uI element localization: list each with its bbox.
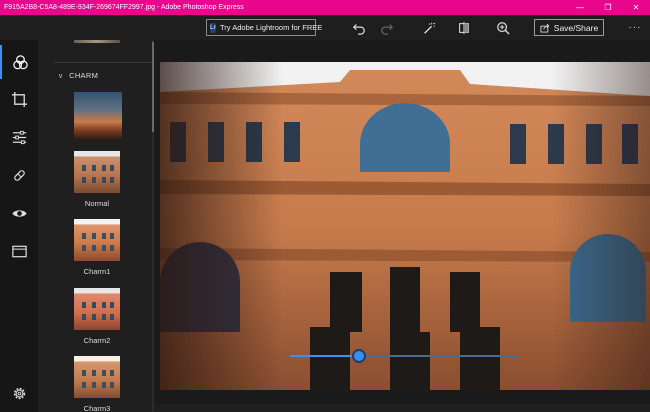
rail-item-crop[interactable] — [0, 82, 38, 116]
title-bar: F915A2B8-C5A8-489E-934F-269674FF2997.jpg… — [0, 0, 650, 15]
filter-item-charm1[interactable]: Charm1 — [74, 219, 120, 276]
red-eye-icon — [11, 209, 27, 217]
zoom-in-icon — [497, 21, 510, 35]
looks-icon — [12, 54, 28, 69]
share-icon — [540, 23, 550, 32]
rail-item-adjustments[interactable] — [0, 120, 38, 154]
magic-wand-icon — [424, 22, 436, 34]
window-title: F915A2B8-C5A8-489E-934F-269674FF2997.jpg… — [4, 4, 244, 11]
rail-item-healing[interactable] — [0, 158, 38, 192]
rail-item-settings[interactable] — [0, 376, 38, 410]
filter-thumbnail — [74, 151, 120, 193]
compare-icon — [459, 21, 469, 34]
building-photo — [160, 62, 650, 390]
category-label: CHARM — [69, 71, 99, 80]
filter-label: Charm3 — [83, 404, 111, 412]
rail-item-borders[interactable] — [0, 234, 38, 268]
photo-preview — [160, 62, 650, 390]
category-cover-image — [74, 92, 122, 140]
previous-category-thumbnail[interactable] — [74, 40, 120, 43]
intensity-slider-thumb[interactable] — [352, 349, 366, 363]
category-header[interactable]: ∨ CHARM — [58, 71, 98, 80]
redo-icon — [381, 23, 394, 35]
filter-label: Charm2 — [83, 336, 111, 345]
more-options-button[interactable]: ··· — [626, 19, 644, 36]
undo-button[interactable] — [350, 19, 368, 36]
minimize-button[interactable]: — — [566, 0, 594, 15]
canvas-bottom-bar — [154, 404, 650, 412]
filter-thumbnail — [74, 288, 120, 330]
healing-icon — [13, 169, 25, 181]
chevron-down-icon: ∨ — [58, 72, 64, 80]
intensity-slider-fill — [290, 355, 359, 357]
zoom-button[interactable] — [494, 19, 512, 36]
close-button[interactable]: ✕ — [622, 0, 650, 15]
image-canvas[interactable] — [154, 40, 650, 412]
adjustments-icon — [12, 130, 26, 144]
save-share-label: Save/Share — [553, 22, 599, 33]
filter-thumbnail — [74, 356, 120, 398]
panel-divider — [54, 62, 154, 63]
rail-item-looks[interactable] — [0, 45, 38, 79]
redo-button[interactable] — [378, 19, 396, 36]
auto-fix-button[interactable] — [420, 19, 438, 36]
rail-item-red-eye[interactable] — [0, 196, 38, 230]
undo-icon — [352, 23, 365, 35]
borders-icon — [11, 245, 27, 257]
filter-item-charm2[interactable]: Charm2 — [74, 288, 120, 345]
gear-icon — [13, 387, 25, 399]
filter-item-charm3[interactable]: Charm3 — [74, 356, 120, 412]
filter-label: Charm1 — [83, 267, 111, 276]
lightroom-icon: Lr — [210, 22, 216, 33]
compare-button[interactable] — [455, 19, 473, 36]
try-lightroom-button[interactable]: Lr Try Adobe Lightroom for FREE — [206, 19, 322, 36]
filters-panel: ∨ CHARM Normal Charm1 Charm2 Charm3 — [38, 40, 154, 412]
filter-label: Normal — [84, 199, 110, 208]
filter-item-normal[interactable]: Normal — [74, 151, 120, 208]
filter-thumbnail — [74, 219, 120, 261]
try-lightroom-label: Try Adobe Lightroom for FREE — [220, 23, 323, 32]
maximize-button[interactable]: ❐ — [594, 0, 622, 15]
toolbar: Lr Try Adobe Lightroom for FREE Save/Sha… — [0, 15, 650, 40]
save-share-button[interactable]: Save/Share — [534, 19, 604, 36]
tool-rail — [0, 40, 38, 412]
crop-icon — [11, 91, 27, 107]
